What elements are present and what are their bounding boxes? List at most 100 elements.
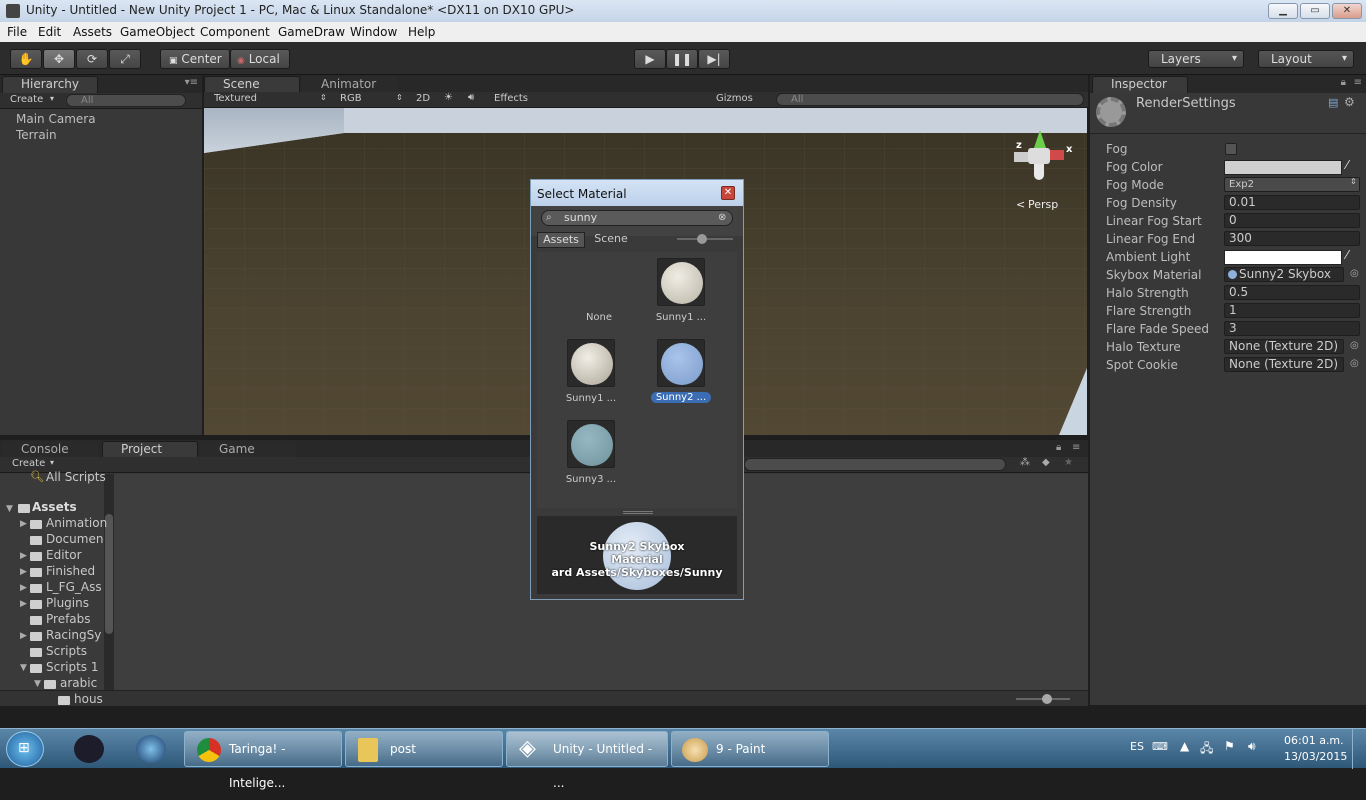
gizmos-dropdown[interactable]: Gizmos [716, 93, 753, 104]
fog-mode-dropdown[interactable]: Exp2 [1224, 177, 1360, 192]
dialog-search-input[interactable]: sunny [541, 210, 733, 226]
audio-icon[interactable]: 🔊︎ [468, 92, 474, 103]
fog-density-field[interactable]: 0.01 [1224, 195, 1360, 210]
halo-texture-field[interactable]: None (Texture 2D) [1224, 339, 1344, 354]
scale-tool-button[interactable]: ⤢ [109, 49, 141, 69]
ambient-light-swatch[interactable] [1224, 250, 1342, 265]
expand-arrow-icon[interactable]: ▶ [20, 519, 27, 529]
material-thumb[interactable] [567, 339, 615, 387]
clock-date[interactable]: 13/03/2015 [1284, 750, 1347, 763]
clock-time[interactable]: 06:01 a.m. [1284, 734, 1344, 747]
linear-fog-start-field[interactable]: 0 [1224, 213, 1360, 228]
taskbar-item-unity[interactable]: ◈ Unity - Untitled - ... [506, 731, 668, 790]
material-thumb[interactable] [567, 420, 615, 468]
material-item-label-selected[interactable]: Sunny2 ... [651, 392, 711, 403]
expand-arrow-icon[interactable]: ▼ [6, 504, 13, 514]
tab-animator[interactable]: Animator [302, 76, 398, 93]
language-indicator[interactable]: ES [1130, 740, 1144, 753]
menu-gameobject[interactable]: GameObject [120, 25, 195, 39]
expand-arrow-icon[interactable]: ▼ [34, 679, 41, 689]
fog-color-swatch[interactable] [1224, 160, 1342, 175]
folder-item[interactable]: Plugins [46, 596, 89, 610]
keyboard-icon[interactable]: ⌨ [1152, 740, 1168, 753]
expand-arrow-icon[interactable]: ▼ [20, 663, 27, 673]
favorite-star-icon[interactable]: ★ [1064, 457, 1073, 468]
color-mode-dropdown[interactable]: RGB [340, 93, 362, 104]
toggle-2d-button[interactable]: 2D [416, 93, 430, 104]
taskbar-item-paint[interactable]: 9 - Paint [671, 731, 829, 767]
render-mode-dropdown[interactable]: Textured [214, 93, 257, 104]
halo-strength-field[interactable]: 0.5 [1224, 285, 1360, 300]
tab-game[interactable]: Game [200, 441, 296, 458]
network-icon[interactable]: 🖧︎ [1200, 739, 1213, 760]
material-item-label[interactable]: None [559, 312, 639, 323]
preview-resize-handle[interactable] [623, 511, 653, 514]
object-picker-icon[interactable]: ◎ [1350, 358, 1359, 369]
project-search-input[interactable] [744, 458, 1006, 471]
effects-dropdown[interactable]: Effects [494, 93, 528, 104]
steam-icon[interactable] [74, 735, 104, 763]
action-center-icon[interactable]: ⚑ [1224, 739, 1235, 753]
flare-fade-speed-field[interactable]: 3 [1224, 321, 1360, 336]
lock-icon[interactable]: 🔒︎ [1341, 77, 1346, 88]
hierarchy-create-button[interactable]: Create [10, 94, 43, 105]
menu-gamedraw[interactable]: GameDraw [278, 25, 345, 39]
expand-arrow-icon[interactable]: ▶ [20, 567, 27, 577]
move-tool-button[interactable]: ✥ [43, 49, 75, 69]
folder-item[interactable]: arabic [60, 676, 97, 690]
play-button[interactable]: ▶ [634, 49, 666, 69]
space-local-button[interactable]: ◉ Local [230, 49, 290, 69]
folder-item[interactable]: Scripts [46, 644, 87, 658]
folder-item[interactable]: Prefabs [46, 612, 91, 626]
taskbar-item-chrome[interactable]: Taringa! - Intelige... [184, 731, 342, 790]
material-item-label[interactable]: Sunny1 ... [551, 393, 631, 404]
show-desktop-button[interactable] [1352, 729, 1366, 769]
folder-item[interactable]: Editor [46, 548, 82, 562]
folder-item[interactable]: Finished [46, 564, 95, 578]
close-button[interactable]: ✕ [1332, 3, 1362, 19]
tree-scrollbar-thumb[interactable] [105, 514, 113, 634]
assets-root[interactable]: Assets [32, 500, 77, 514]
media-center-icon[interactable] [136, 735, 166, 763]
tab-hierarchy[interactable]: Hierarchy [2, 76, 98, 93]
help-book-icon[interactable]: ▤ [1328, 96, 1338, 109]
expand-arrow-icon[interactable]: ▶ [20, 599, 27, 609]
pause-button[interactable]: ❚❚ [666, 49, 698, 69]
dialog-tab-scene[interactable]: Scene [587, 232, 635, 248]
scene-search-input[interactable]: All [776, 93, 1084, 106]
hierarchy-item[interactable]: Main Camera [16, 112, 96, 126]
folder-item[interactable]: hous [74, 692, 103, 706]
material-thumb[interactable] [657, 258, 705, 306]
expand-arrow-icon[interactable]: ▶ [20, 551, 27, 561]
hierarchy-item[interactable]: Terrain [16, 128, 57, 142]
menu-edit[interactable]: Edit [38, 25, 61, 39]
folder-item[interactable]: L_FG_Ass [46, 580, 102, 594]
panel-menu-icon[interactable]: ▾≡ [185, 77, 198, 88]
hierarchy-search-input[interactable]: All [66, 94, 186, 107]
settings-gear-icon[interactable]: ⚙ [1344, 95, 1355, 109]
volume-icon[interactable]: 🔊︎ [1248, 739, 1256, 754]
minimize-button[interactable]: ▁ [1268, 3, 1298, 19]
expand-arrow-icon[interactable]: ▶ [20, 631, 27, 641]
tab-inspector[interactable]: Inspector [1092, 76, 1188, 93]
spot-cookie-field[interactable]: None (Texture 2D) [1224, 357, 1344, 372]
taskbar-item-folder[interactable]: post [345, 731, 503, 767]
persp-label[interactable]: Persp [1028, 198, 1058, 211]
material-item-label[interactable]: Sunny3 ... [551, 474, 631, 485]
eyedropper-icon[interactable]: ⁄ [1346, 158, 1348, 172]
object-picker-icon[interactable]: ◎ [1350, 340, 1359, 351]
panel-menu-icon[interactable]: ≡ [1072, 442, 1080, 453]
eyedropper-icon[interactable]: ⁄ [1346, 248, 1348, 262]
clear-search-icon[interactable]: ⊗ [718, 212, 726, 223]
tab-console[interactable]: Console [2, 441, 98, 458]
tree-scrollbar[interactable] [104, 474, 114, 700]
skybox-material-field[interactable]: Sunny2 Skybox [1224, 267, 1344, 282]
folder-item[interactable]: Animation [46, 516, 107, 530]
layout-dropdown[interactable]: Layout [1258, 50, 1354, 68]
folder-item[interactable]: Documen [46, 532, 103, 546]
lock-icon[interactable]: 🔒︎ [1056, 442, 1061, 453]
fog-checkbox[interactable] [1225, 143, 1237, 155]
folder-item[interactable]: RacingSy [46, 628, 101, 642]
filter-label-icon[interactable]: ◆ [1042, 457, 1050, 468]
dialog-close-button[interactable]: ✕ [721, 186, 735, 200]
